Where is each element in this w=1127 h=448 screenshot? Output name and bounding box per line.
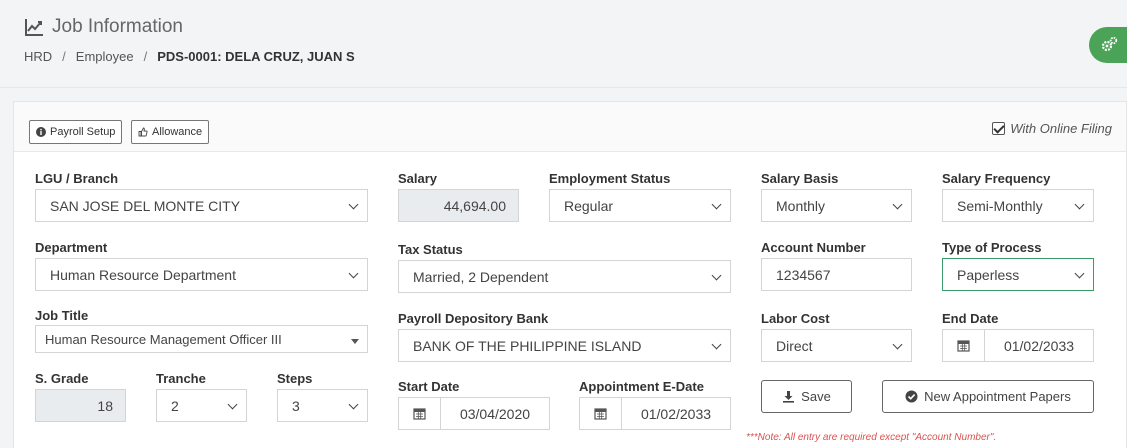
job-info-card: Payroll Setup Allowance With Online Fili… bbox=[13, 101, 1127, 448]
breadcrumb-hrd[interactable]: HRD bbox=[24, 49, 52, 64]
settings-toggle-button[interactable] bbox=[1089, 27, 1127, 63]
salary-frequency-value: Semi-Monthly bbox=[957, 197, 1043, 214]
lgu-branch-value: SAN JOSE DEL MONTE CITY bbox=[50, 197, 241, 214]
payroll-bank-value: BANK OF THE PHILIPPINE ISLAND bbox=[413, 337, 642, 354]
labor-cost-value: Direct bbox=[776, 337, 813, 354]
start-date-label: Start Date bbox=[398, 379, 460, 394]
info-circle-icon bbox=[36, 127, 46, 137]
account-number-input[interactable]: 1234567 bbox=[761, 258, 912, 291]
lgu-branch-select[interactable]: SAN JOSE DEL MONTE CITY bbox=[35, 189, 368, 222]
employment-status-select[interactable]: Regular bbox=[549, 189, 731, 222]
employment-status-value: Regular bbox=[564, 197, 614, 214]
online-filing-checkbox[interactable]: With Online Filing bbox=[992, 121, 1112, 136]
salary-value: 44,694.00 bbox=[443, 197, 506, 214]
employment-status-label: Employment Status bbox=[549, 171, 671, 186]
department-select[interactable]: Human Resource Department bbox=[35, 258, 368, 291]
online-filing-label: With Online Filing bbox=[1010, 121, 1112, 136]
breadcrumb-employee[interactable]: Employee bbox=[76, 49, 134, 64]
payroll-setup-button[interactable]: Payroll Setup bbox=[29, 120, 123, 144]
check-circle-icon bbox=[905, 390, 918, 403]
salary-label: Salary bbox=[398, 171, 438, 186]
payroll-bank-label: Payroll Depository Bank bbox=[398, 311, 549, 326]
tranche-value: 2 bbox=[171, 397, 179, 414]
account-number-value: 1234567 bbox=[776, 266, 831, 283]
steps-select[interactable]: 3 bbox=[277, 389, 368, 422]
salary-frequency-label: Salary Frequency bbox=[942, 171, 1051, 186]
tax-status-label: Tax Status bbox=[398, 242, 463, 257]
job-title-label: Job Title bbox=[35, 308, 89, 323]
department-label: Department bbox=[35, 240, 108, 255]
page-title: Job Information bbox=[24, 14, 183, 40]
steps-label: Steps bbox=[277, 371, 313, 386]
start-date-field[interactable]: 03/04/2020 bbox=[398, 397, 550, 430]
card-header: Payroll Setup Allowance With Online Fili… bbox=[14, 102, 1126, 152]
job-title-value: Human Resource Management Officer III bbox=[45, 331, 282, 347]
salary-basis-select[interactable]: Monthly bbox=[761, 189, 912, 222]
type-of-process-value: Paperless bbox=[957, 266, 1020, 283]
steps-value: 3 bbox=[292, 397, 300, 414]
page-header: Job Information HRD / Employee / PDS-000… bbox=[0, 0, 1127, 88]
department-value: Human Resource Department bbox=[50, 266, 236, 283]
calendar-icon[interactable] bbox=[580, 398, 622, 429]
labor-cost-select[interactable]: Direct bbox=[761, 329, 912, 362]
new-appointment-papers-button[interactable]: New Appointment Papers bbox=[882, 380, 1094, 413]
tax-status-value: Married, 2 Dependent bbox=[413, 268, 549, 285]
job-title-select[interactable]: Human Resource Management Officer III bbox=[35, 325, 368, 353]
end-date-field[interactable]: 01/02/2033 bbox=[942, 329, 1094, 362]
start-date-value: 03/04/2020 bbox=[459, 405, 531, 422]
calendar-icon[interactable] bbox=[943, 330, 985, 361]
allowance-label: Allowance bbox=[152, 126, 203, 138]
tax-status-select[interactable]: Married, 2 Dependent bbox=[398, 260, 731, 293]
salary-basis-label: Salary Basis bbox=[761, 171, 839, 186]
gears-icon bbox=[1101, 36, 1118, 52]
save-button[interactable]: Save bbox=[761, 380, 852, 413]
tranche-select[interactable]: 2 bbox=[156, 389, 247, 422]
appointment-edate-value: 01/02/2033 bbox=[640, 405, 712, 422]
type-of-process-label: Type of Process bbox=[942, 240, 1042, 255]
s-grade-value: 18 bbox=[97, 397, 113, 414]
salary-frequency-select[interactable]: Semi-Monthly bbox=[942, 189, 1094, 222]
breadcrumb-separator: / bbox=[62, 49, 66, 64]
breadcrumb-current: PDS-0001: DELA CRUZ, JUAN S bbox=[157, 49, 355, 64]
thumbs-up-icon bbox=[138, 127, 148, 137]
appointment-edate-field[interactable]: 01/02/2033 bbox=[579, 397, 731, 430]
breadcrumb-separator: / bbox=[143, 49, 148, 64]
breadcrumb: HRD / Employee / PDS-0001: DELA CRUZ, JU… bbox=[24, 49, 355, 64]
allowance-button[interactable]: Allowance bbox=[131, 120, 210, 144]
lgu-branch-label: LGU / Branch bbox=[35, 171, 119, 186]
save-label: Save bbox=[801, 389, 831, 404]
payroll-bank-select[interactable]: BANK OF THE PHILIPPINE ISLAND bbox=[398, 329, 731, 362]
appointment-edate-label: Appointment E-Date bbox=[579, 379, 704, 394]
required-note: ***Note: All entry are required except "… bbox=[746, 432, 997, 443]
s-grade-field: 18 bbox=[35, 389, 126, 422]
labor-cost-label: Labor Cost bbox=[761, 311, 830, 326]
salary-basis-value: Monthly bbox=[776, 197, 826, 214]
end-date-value: 01/02/2033 bbox=[1003, 337, 1075, 354]
tranche-label: Tranche bbox=[156, 371, 206, 386]
download-icon bbox=[783, 391, 795, 403]
checkbox-checked-icon[interactable] bbox=[992, 122, 1006, 135]
s-grade-label: S. Grade bbox=[35, 371, 89, 386]
line-chart-icon bbox=[25, 19, 43, 36]
calendar-icon[interactable] bbox=[399, 398, 441, 429]
type-of-process-select[interactable]: Paperless bbox=[942, 258, 1094, 291]
end-date-label: End Date bbox=[942, 311, 999, 326]
account-number-label: Account Number bbox=[761, 240, 866, 255]
payroll-setup-label: Payroll Setup bbox=[50, 126, 116, 138]
page-title-text: Job Information bbox=[52, 16, 183, 37]
salary-field: 44,694.00 bbox=[398, 189, 519, 222]
new-appointment-label: New Appointment Papers bbox=[924, 389, 1071, 404]
